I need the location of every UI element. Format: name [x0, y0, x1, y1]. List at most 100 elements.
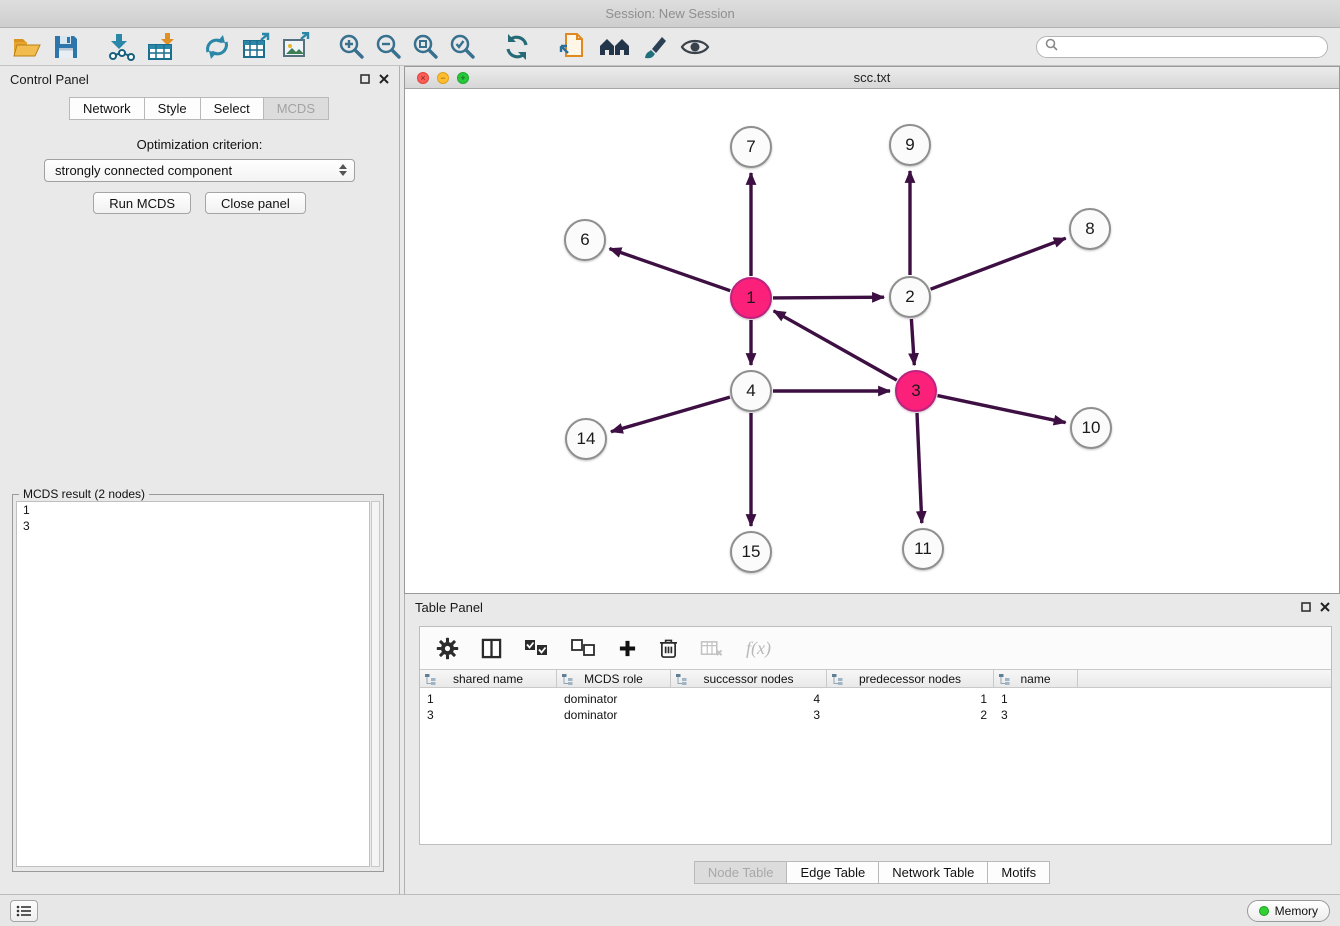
add-column-icon[interactable]: [618, 639, 637, 658]
tab-network[interactable]: Network: [69, 97, 145, 120]
float-panel-icon[interactable]: [360, 72, 370, 87]
tab-select[interactable]: Select: [200, 97, 264, 120]
zoom-out-icon[interactable]: [375, 30, 402, 64]
import-table-icon[interactable]: [146, 30, 176, 64]
graph-node-3[interactable]: 3: [895, 370, 937, 412]
application-window: Session: New Session: [0, 0, 1340, 926]
close-table-panel-icon[interactable]: [1320, 600, 1330, 615]
window-title: Session: New Session: [605, 6, 734, 21]
column-header-successor-nodes[interactable]: successor nodes: [671, 670, 827, 687]
column-header-mcds-role[interactable]: MCDS role: [557, 670, 671, 687]
mcds-result-item[interactable]: 1: [17, 502, 369, 518]
table-cell[interactable]: 3: [994, 707, 1078, 723]
close-window-icon[interactable]: [417, 72, 429, 84]
network-window: scc.txt 7968124314101511: [404, 66, 1340, 594]
close-panel-button[interactable]: Close panel: [205, 192, 306, 214]
graph-node-6[interactable]: 6: [564, 219, 606, 261]
export-image-icon[interactable]: [282, 30, 312, 64]
table-row[interactable]: 3dominator323: [420, 707, 1331, 723]
eye-icon[interactable]: [680, 30, 710, 64]
graph-edge-2-3[interactable]: [911, 319, 914, 365]
save-session-icon[interactable]: [52, 30, 80, 64]
refresh-layout-icon[interactable]: [502, 30, 532, 64]
graph-node-4[interactable]: 4: [730, 370, 772, 412]
tab-node-table[interactable]: Node Table: [694, 861, 788, 884]
memory-button-label: Memory: [1275, 904, 1318, 918]
memory-status-icon: [1259, 906, 1269, 916]
export-table-icon[interactable]: [242, 30, 272, 64]
unselect-all-icon[interactable]: [571, 639, 596, 657]
graph-node-7[interactable]: 7: [730, 126, 772, 168]
search-input[interactable]: [1063, 40, 1319, 54]
optimization-criterion-label: Optimization criterion:: [0, 137, 399, 152]
graph-node-15[interactable]: 15: [730, 531, 772, 573]
search-box[interactable]: [1036, 36, 1328, 58]
graph-edge-2-8[interactable]: [931, 238, 1066, 289]
graph-edge-1-2[interactable]: [773, 297, 884, 298]
tab-edge-table[interactable]: Edge Table: [786, 861, 879, 884]
mcds-result-item[interactable]: 3: [17, 518, 369, 534]
delete-row-trash-icon[interactable]: [659, 638, 678, 659]
table-cell[interactable]: 4: [671, 691, 827, 707]
graph-edge-4-14[interactable]: [611, 397, 730, 432]
graph-edge-3-10[interactable]: [938, 396, 1066, 423]
close-panel-icon[interactable]: [379, 72, 389, 87]
control-panel: Control Panel NetworkStyleSelectMCDS Opt…: [0, 66, 400, 894]
import-network-icon[interactable]: [106, 30, 136, 64]
mcds-result-title: MCDS result (2 nodes): [19, 487, 149, 501]
graph-edge-3-11[interactable]: [917, 413, 922, 523]
graph-node-1[interactable]: 1: [730, 277, 772, 319]
graph-node-14[interactable]: 14: [565, 418, 607, 460]
table-cell[interactable]: 2: [827, 707, 994, 723]
memory-button[interactable]: Memory: [1247, 900, 1330, 922]
table-tabs: Node TableEdge TableNetwork TableMotifs: [405, 861, 1340, 884]
style-brush-icon[interactable]: [642, 30, 670, 64]
tab-style[interactable]: Style: [144, 97, 201, 120]
column-header-predecessor-nodes[interactable]: predecessor nodes: [827, 670, 994, 687]
float-table-panel-icon[interactable]: [1301, 600, 1311, 615]
zoom-selected-icon[interactable]: [449, 30, 476, 64]
open-session-icon[interactable]: [12, 30, 42, 64]
graph-node-8[interactable]: 8: [1069, 208, 1111, 250]
table-cell[interactable]: 1: [420, 691, 557, 707]
network-canvas[interactable]: 7 9 6 8 1 2 4 3 14 10 15 11: [405, 89, 1339, 593]
graph-edge-1-6[interactable]: [610, 249, 731, 291]
tab-network-table[interactable]: Network Table: [878, 861, 988, 884]
criterion-dropdown-value: strongly connected component: [55, 163, 232, 178]
table-row[interactable]: 1dominator411: [420, 691, 1331, 707]
zoom-in-icon[interactable]: [338, 30, 365, 64]
criterion-dropdown[interactable]: strongly connected component: [44, 159, 355, 182]
maximize-window-icon[interactable]: [457, 72, 469, 84]
zoom-fit-icon[interactable]: [412, 30, 439, 64]
graph-node-10[interactable]: 10: [1070, 407, 1112, 449]
home-icon[interactable]: [598, 30, 632, 64]
run-mcds-button[interactable]: Run MCDS: [93, 192, 191, 214]
minimize-window-icon[interactable]: [437, 72, 449, 84]
table-cell[interactable]: 3: [420, 707, 557, 723]
table-cell[interactable]: 1: [994, 691, 1078, 707]
table-cell[interactable]: 1: [827, 691, 994, 707]
graph-node-2[interactable]: 2: [889, 276, 931, 318]
tab-mcds[interactable]: MCDS: [263, 97, 329, 120]
new-network-icon[interactable]: [202, 30, 232, 64]
table-cell[interactable]: dominator: [557, 707, 671, 723]
tab-motifs[interactable]: Motifs: [987, 861, 1050, 884]
task-history-button[interactable]: [10, 900, 38, 922]
control-panel-title: Control Panel: [10, 72, 89, 87]
table-cell[interactable]: dominator: [557, 691, 671, 707]
column-header-shared-name[interactable]: shared name: [420, 670, 557, 687]
table-panel: Table Panel: [404, 594, 1340, 894]
graph-edge-3-1[interactable]: [774, 311, 897, 380]
function-builder-icon: f(x): [746, 638, 771, 659]
result-scrollbar[interactable]: [371, 501, 380, 867]
select-all-icon[interactable]: [524, 639, 549, 657]
show-columns-icon[interactable]: [481, 638, 502, 659]
table-header-row: shared nameMCDS rolesuccessor nodesprede…: [420, 669, 1331, 688]
graph-node-9[interactable]: 9: [889, 124, 931, 166]
graph-node-11[interactable]: 11: [902, 528, 944, 570]
table-settings-gear-icon[interactable]: [436, 637, 459, 660]
copy-view-icon[interactable]: [558, 30, 588, 64]
control-panel-header: Control Panel: [0, 66, 399, 92]
column-header-name[interactable]: name: [994, 670, 1078, 687]
table-cell[interactable]: 3: [671, 707, 827, 723]
